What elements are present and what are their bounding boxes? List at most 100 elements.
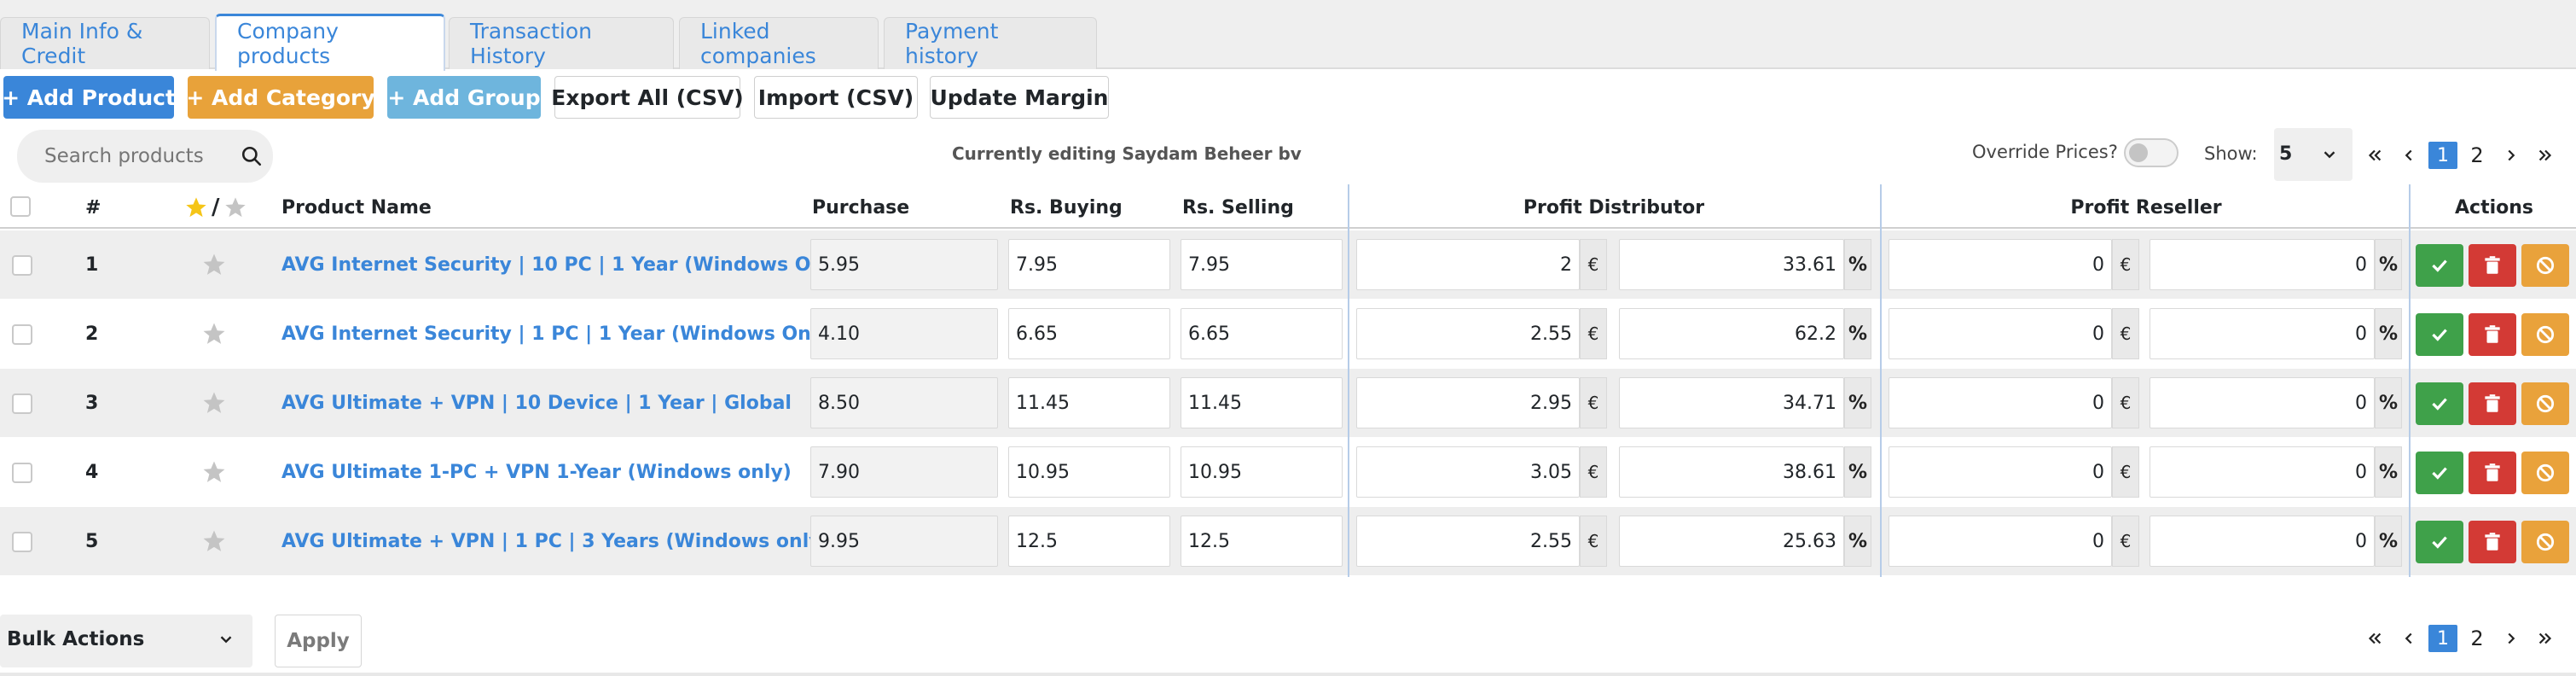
favorite-star-icon[interactable] <box>201 459 227 485</box>
column-divider <box>1348 184 1349 577</box>
rs-buying-input[interactable]: 10.95 <box>1008 446 1170 498</box>
rs-selling-input[interactable]: 7.95 <box>1181 239 1343 290</box>
profit-reseller-eur-input[interactable]: 0 <box>1888 446 2112 498</box>
disable-row-button[interactable] <box>2521 244 2569 287</box>
rs-buying-input[interactable]: 12.5 <box>1008 516 1170 567</box>
first-page-icon[interactable] <box>2358 623 2392 654</box>
profit-distributor-eur-input[interactable]: 2 <box>1356 239 1580 290</box>
euro-addon: € <box>1580 377 1607 428</box>
row-checkbox[interactable] <box>12 324 32 345</box>
rs-selling-input[interactable]: 11.45 <box>1181 377 1343 428</box>
delete-row-button[interactable] <box>2469 382 2516 425</box>
profit-distributor-eur-input[interactable]: 3.05 <box>1356 446 1580 498</box>
last-page-icon[interactable] <box>2528 140 2562 171</box>
trash-icon <box>2481 462 2503 484</box>
next-page-icon[interactable] <box>2494 140 2528 171</box>
next-page-icon[interactable] <box>2494 623 2528 654</box>
profit-reseller-eur-input[interactable]: 0 <box>1888 516 2112 567</box>
save-row-button[interactable] <box>2416 244 2463 287</box>
product-name-link[interactable]: AVG Ultimate + VPN | 1 PC | 3 Years (Win… <box>281 507 830 576</box>
disable-row-button[interactable] <box>2521 521 2569 563</box>
rs-selling-input[interactable]: 6.65 <box>1181 308 1343 359</box>
profit-distributor-pct-input[interactable]: 34.71 <box>1619 377 1844 428</box>
disable-row-button[interactable] <box>2521 382 2569 425</box>
add-category-button[interactable]: + Add Category <box>186 76 375 119</box>
profit-reseller-pct-input[interactable]: 0 <box>2150 308 2375 359</box>
profit-distributor-pct-input[interactable]: 62.2 <box>1619 308 1844 359</box>
favorite-star-icon[interactable] <box>201 528 227 554</box>
select-all-checkbox[interactable] <box>10 196 31 217</box>
favorite-star-icon[interactable] <box>201 252 227 277</box>
tab-linked-companies[interactable]: Linked companies <box>679 17 879 69</box>
product-name-link[interactable]: AVG Internet Security | 1 PC | 1 Year (W… <box>281 300 838 369</box>
tab-company-products[interactable]: Company products <box>215 14 445 71</box>
tab-transaction-history[interactable]: Transaction History <box>449 17 674 69</box>
row-checkbox[interactable] <box>12 393 32 414</box>
override-prices-toggle[interactable] <box>2124 138 2179 167</box>
chevron-down-icon <box>220 636 232 644</box>
tab-payment-history[interactable]: Payment history <box>884 17 1097 69</box>
tab-main-info-credit[interactable]: Main Info & Credit <box>0 17 210 69</box>
prev-page-icon[interactable] <box>2392 623 2426 654</box>
search-icon[interactable] <box>241 145 263 167</box>
rs-selling-input[interactable]: 10.95 <box>1181 446 1343 498</box>
last-page-icon[interactable] <box>2528 623 2562 654</box>
profit-distributor-eur-input[interactable]: 2.95 <box>1356 377 1580 428</box>
save-row-button[interactable] <box>2416 452 2463 494</box>
add-product-button[interactable]: + Add Product <box>2 76 176 119</box>
profit-reseller-pct-input[interactable]: 0 <box>2150 377 2375 428</box>
delete-row-button[interactable] <box>2469 521 2516 563</box>
export-all-button[interactable]: Export All (CSV) <box>551 76 744 119</box>
bottom-divider <box>0 673 2576 676</box>
purchase-field: 4.10 <box>810 308 998 359</box>
page-2-button[interactable]: 2 <box>2460 623 2494 654</box>
profit-reseller-pct-input[interactable]: 0 <box>2150 239 2375 290</box>
bottom-pagination: 1 2 <box>2358 621 2562 656</box>
profit-distributor-pct-input[interactable]: 25.63 <box>1619 516 1844 567</box>
delete-row-button[interactable] <box>2469 313 2516 356</box>
favorite-star-icon[interactable] <box>201 390 227 416</box>
product-name-link[interactable]: AVG Ultimate + VPN | 10 Device | 1 Year … <box>281 369 792 438</box>
row-checkbox[interactable] <box>12 255 32 276</box>
apply-button[interactable]: Apply <box>275 615 362 667</box>
import-button[interactable]: Import (CSV) <box>754 76 918 119</box>
override-prices-label: Override Prices? <box>1972 142 2118 162</box>
favorite-star-icon[interactable] <box>201 321 227 347</box>
profit-distributor-eur-input[interactable]: 2.55 <box>1356 308 1580 359</box>
disable-row-button[interactable] <box>2521 313 2569 356</box>
profit-distributor-pct-input[interactable]: 33.61 <box>1619 239 1844 290</box>
profit-reseller-eur-input[interactable]: 0 <box>1888 377 2112 428</box>
profit-distributor-pct-input[interactable]: 38.61 <box>1619 446 1844 498</box>
delete-row-button[interactable] <box>2469 244 2516 287</box>
table-row: 5 AVG Ultimate + VPN | 1 PC | 3 Years (Wi… <box>0 507 2576 576</box>
profit-distributor-eur-input[interactable]: 2.55 <box>1356 516 1580 567</box>
row-checkbox[interactable] <box>12 463 32 483</box>
rs-buying-input[interactable]: 7.95 <box>1008 239 1170 290</box>
product-name-link[interactable]: AVG Ultimate 1-PC + VPN 1-Year (Windows … <box>281 438 792 507</box>
check-icon <box>2428 462 2451 484</box>
disable-row-button[interactable] <box>2521 452 2569 494</box>
profit-reseller-pct-input[interactable]: 0 <box>2150 516 2375 567</box>
save-row-button[interactable] <box>2416 382 2463 425</box>
first-page-icon[interactable] <box>2358 140 2392 171</box>
update-margin-button[interactable]: Update Margin <box>930 76 1109 119</box>
page-1-button[interactable]: 1 <box>2428 142 2457 169</box>
page-1-button[interactable]: 1 <box>2428 625 2457 652</box>
product-name-link[interactable]: AVG Internet Security | 10 PC | 1 Year (… <box>281 230 851 300</box>
delete-row-button[interactable] <box>2469 452 2516 494</box>
search-input[interactable] <box>44 130 232 183</box>
profit-reseller-eur-input[interactable]: 0 <box>1888 308 2112 359</box>
profit-reseller-pct-input[interactable]: 0 <box>2150 446 2375 498</box>
page-2-button[interactable]: 2 <box>2460 140 2494 171</box>
rs-selling-input[interactable]: 12.5 <box>1181 516 1343 567</box>
row-checkbox[interactable] <box>12 532 32 552</box>
profit-reseller-eur-input[interactable]: 0 <box>1888 239 2112 290</box>
header-favorite-slash: / <box>212 195 220 220</box>
prev-page-icon[interactable] <box>2392 140 2426 171</box>
save-row-button[interactable] <box>2416 313 2463 356</box>
add-group-button[interactable]: + Add Group <box>387 76 541 119</box>
rs-buying-input[interactable]: 6.65 <box>1008 308 1170 359</box>
save-row-button[interactable] <box>2416 521 2463 563</box>
header-rs-buying: Rs. Buying <box>1010 196 1123 219</box>
rs-buying-input[interactable]: 11.45 <box>1008 377 1170 428</box>
